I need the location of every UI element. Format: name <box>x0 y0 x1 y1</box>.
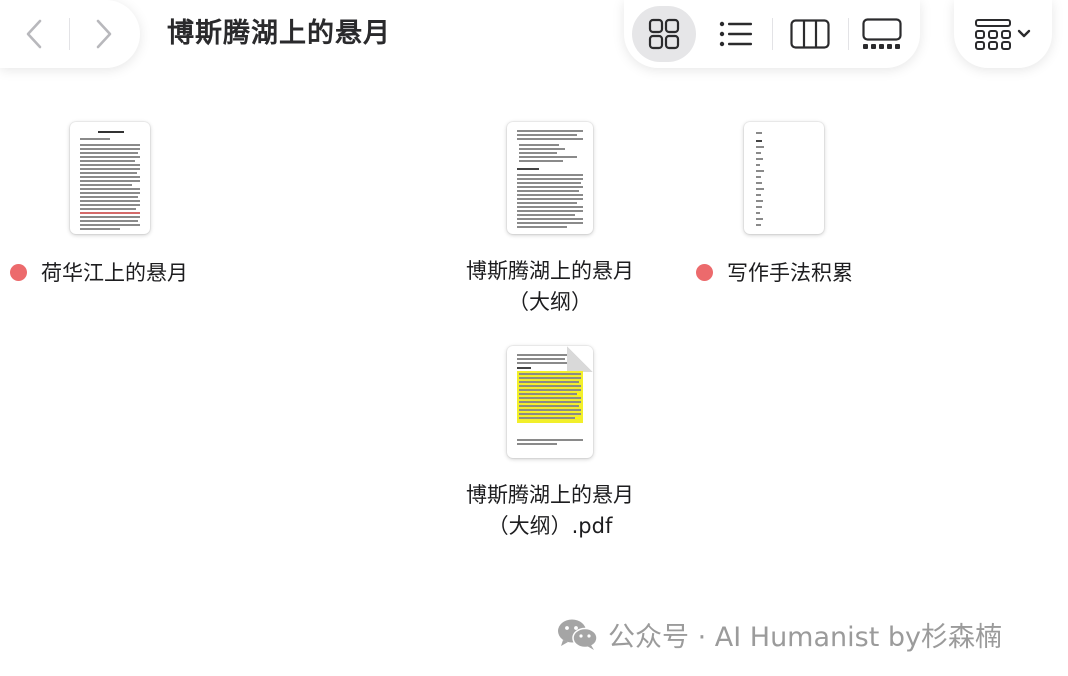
group-by-icon <box>975 19 1011 50</box>
toolbar: 博斯腾湖上的悬月 <box>0 0 1068 90</box>
watermark: 公众号 · AI Humanist by杉森楠 <box>556 614 1002 654</box>
file-item[interactable] <box>70 122 150 234</box>
view-mode-switcher <box>624 0 920 68</box>
list-icon <box>719 21 752 47</box>
group-by-button[interactable] <box>954 0 1052 68</box>
file-label-row: 写作手法积累 <box>696 256 853 288</box>
chevron-right-icon <box>96 19 112 49</box>
file-item[interactable] <box>507 346 593 458</box>
file-name-line1: 博斯腾湖上的悬月 <box>466 259 634 283</box>
watermark-text: 公众号 · AI Humanist by杉森楠 <box>608 621 1002 653</box>
document-thumbnail <box>744 122 824 234</box>
document-thumbnail <box>70 122 150 234</box>
icon-view-button[interactable] <box>632 6 696 62</box>
list-view-button[interactable] <box>704 6 768 62</box>
pdf-thumbnail <box>507 346 593 458</box>
forward-button[interactable] <box>84 14 124 54</box>
red-tag-icon <box>10 263 27 281</box>
chevron-left-icon <box>26 19 42 49</box>
document-thumbnail <box>507 122 593 234</box>
file-label: 博斯腾湖上的悬月 （大纲）.pdf <box>420 480 680 542</box>
column-view-button[interactable] <box>778 6 842 62</box>
chevron-down-icon <box>1017 29 1031 38</box>
file-item[interactable] <box>744 122 824 234</box>
view-divider <box>848 18 849 50</box>
gallery-view-button[interactable] <box>850 6 914 62</box>
file-name-line1: 博斯腾湖上的悬月 <box>466 483 634 507</box>
file-item[interactable] <box>507 122 593 234</box>
navigation-controls <box>0 0 140 68</box>
view-divider <box>772 18 773 50</box>
file-label-row: 荷华江上的悬月 <box>10 256 188 288</box>
window-title: 博斯腾湖上的悬月 <box>167 18 391 49</box>
file-label: 博斯腾湖上的悬月 （大纲） <box>420 256 680 318</box>
gallery-icon <box>862 18 902 49</box>
back-button[interactable] <box>14 14 54 54</box>
nav-divider <box>69 18 70 50</box>
file-name-line2: （大纲）.pdf <box>487 514 613 538</box>
grid-icon <box>648 18 680 50</box>
file-name-line2: （大纲） <box>508 290 592 314</box>
wechat-icon <box>558 619 598 650</box>
file-name: 写作手法积累 <box>727 261 853 285</box>
columns-icon <box>790 19 830 49</box>
page-fold-icon <box>567 346 593 372</box>
red-tag-icon <box>696 263 713 281</box>
file-name: 荷华江上的悬月 <box>41 261 188 285</box>
